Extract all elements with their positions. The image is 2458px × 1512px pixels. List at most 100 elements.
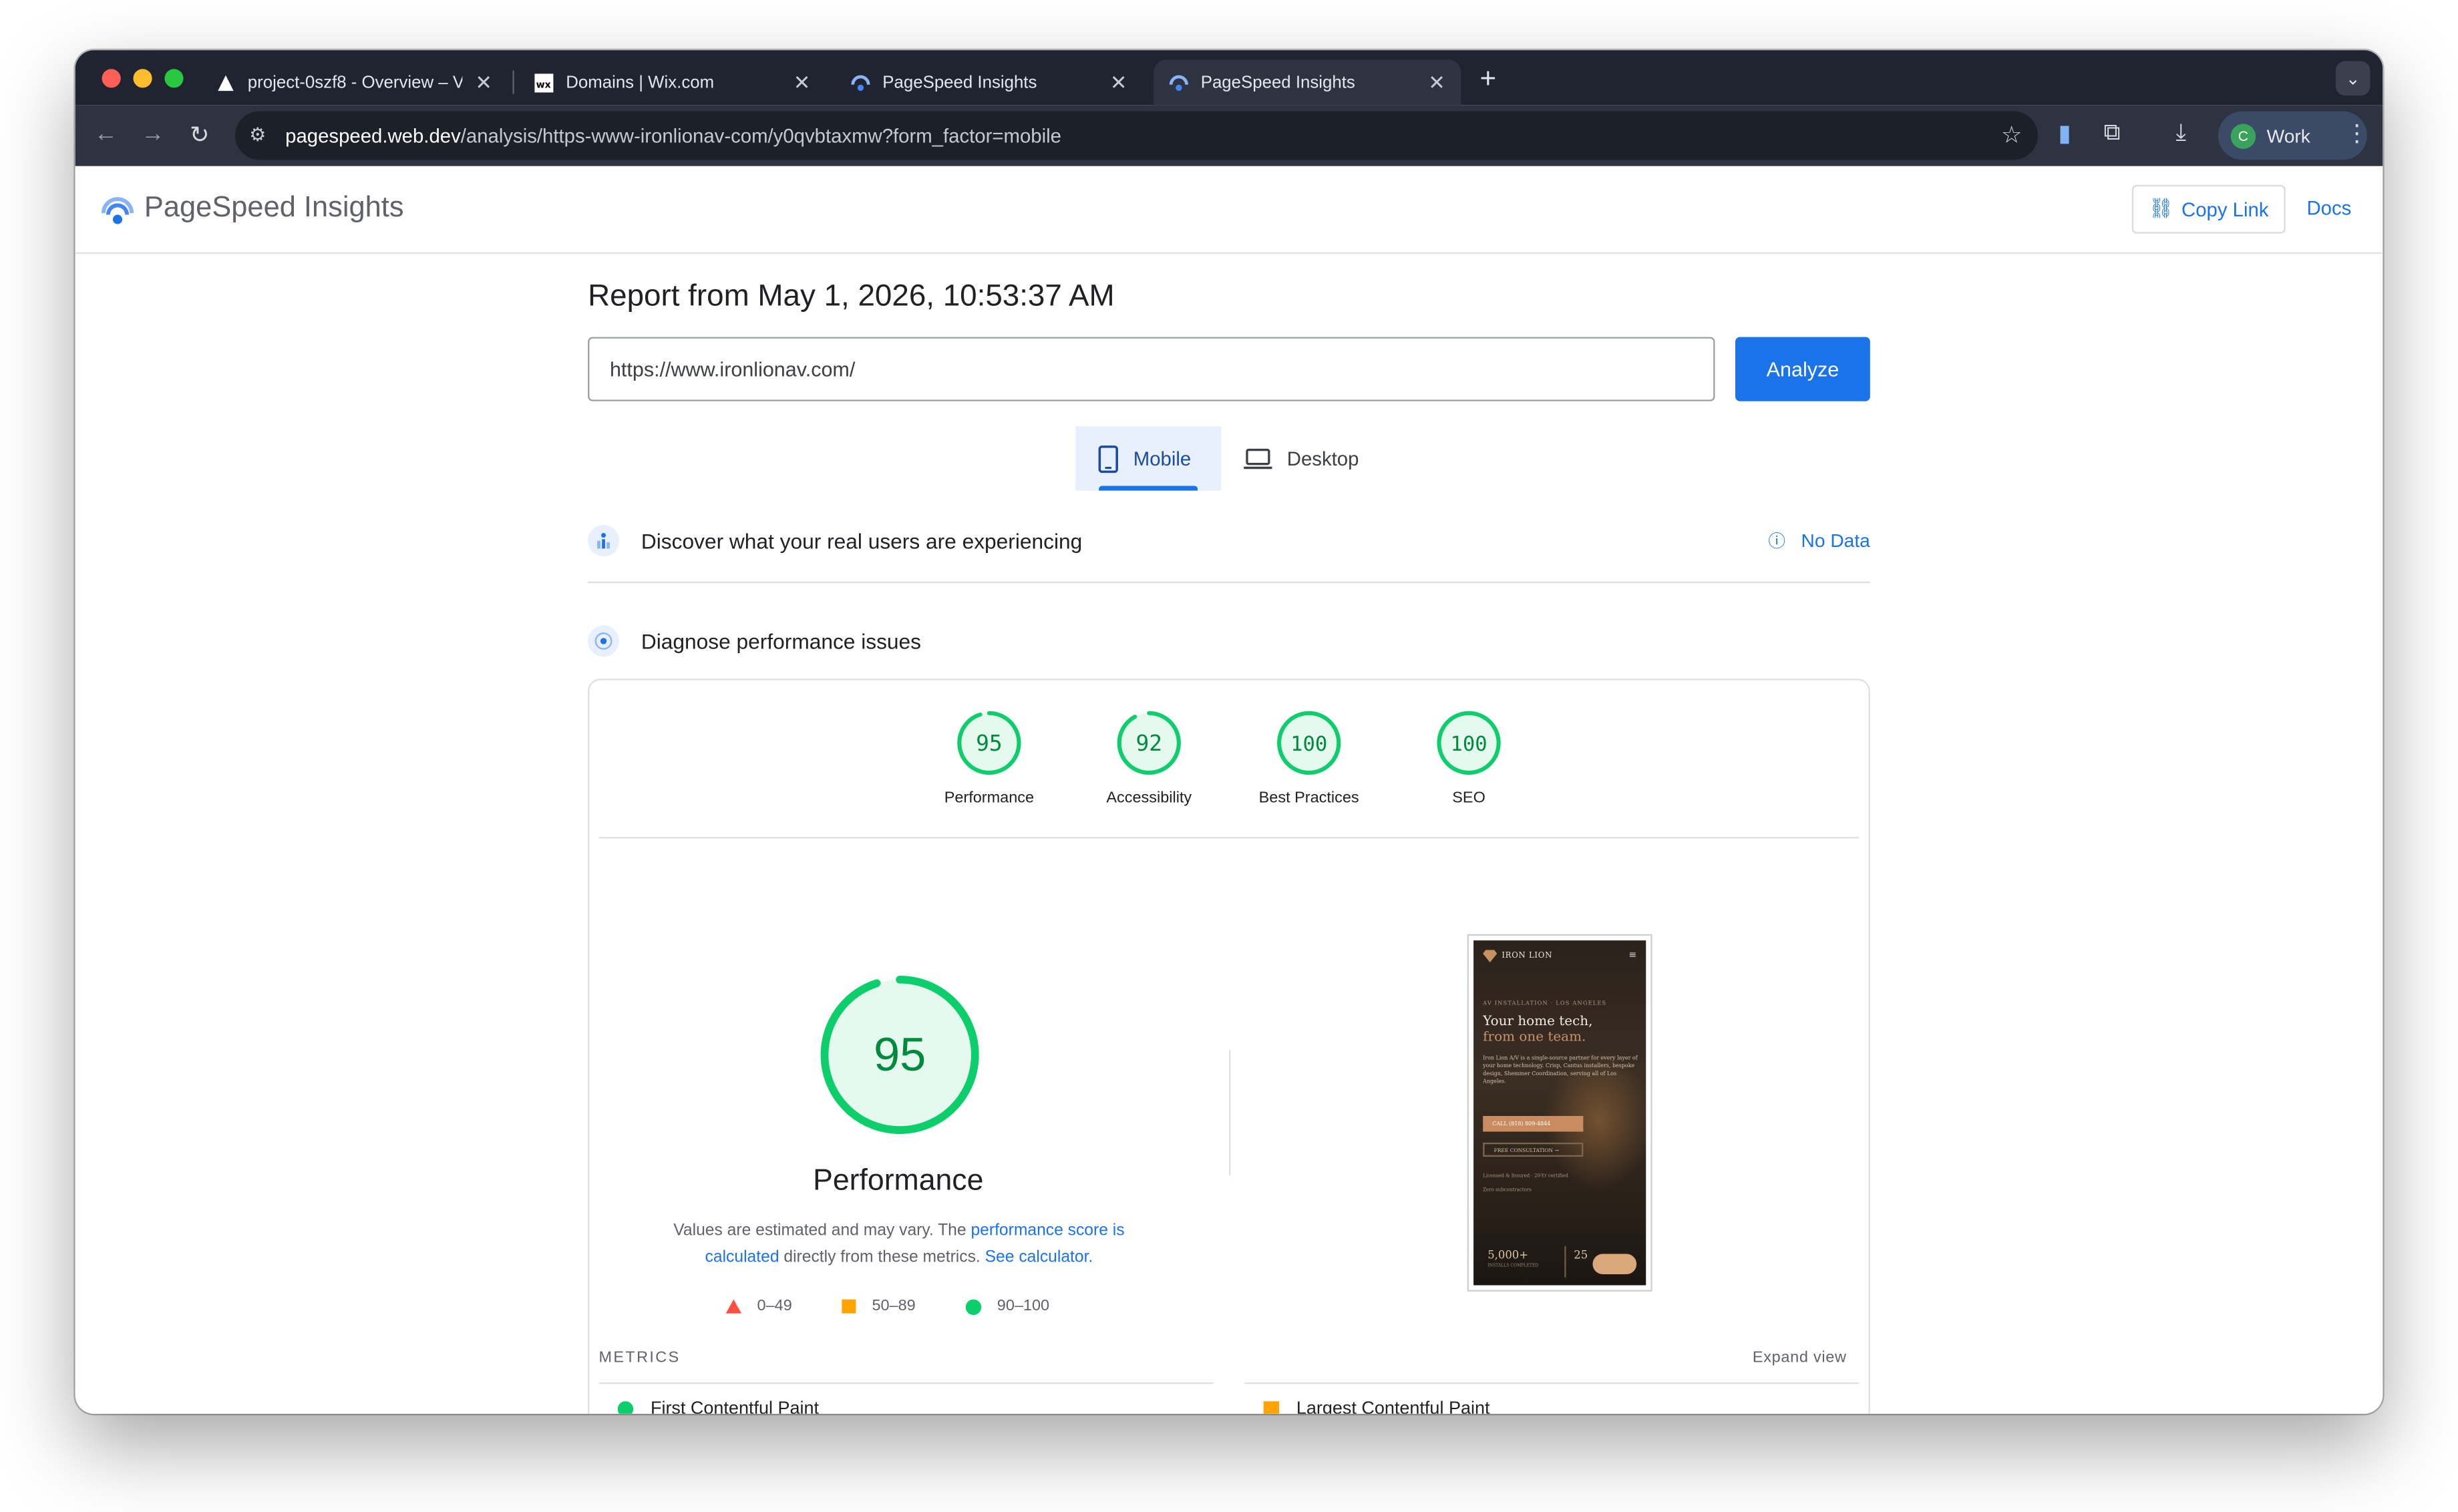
divider — [598, 837, 1860, 839]
real-users-section[interactable]: Discover what your real users are experi… — [588, 517, 1870, 564]
chat-widget-icon — [1592, 1254, 1637, 1275]
back-icon[interactable]: ← — [94, 121, 118, 148]
address-bar[interactable]: ⚙ pagespeed.web.dev/analysis/https-www-i… — [235, 111, 2038, 160]
hamburger-menu-icon: ≡ — [1628, 950, 1637, 961]
close-tab-icon[interactable]: ✕ — [794, 69, 811, 95]
tab-pagespeed-active[interactable]: PageSpeed Insights ✕ — [1154, 59, 1461, 106]
close-tab-icon[interactable]: ✕ — [1110, 69, 1127, 95]
see-calculator-link[interactable]: See calculator. — [985, 1248, 1093, 1266]
site-info-icon[interactable]: ⚙ — [249, 124, 266, 146]
window-controls — [102, 69, 184, 88]
close-window-button[interactable] — [102, 69, 121, 88]
app-name[interactable]: PageSpeed Insights — [144, 190, 404, 224]
screenshot-stat: 25 — [1574, 1249, 1588, 1262]
score-label: SEO — [1452, 789, 1485, 807]
close-tab-icon[interactable]: ✕ — [1428, 69, 1445, 95]
bookmark-star-icon[interactable]: ☆ — [2001, 121, 2023, 149]
metrics-heading: METRICS — [598, 1349, 681, 1367]
profile-label: Work — [2266, 124, 2310, 147]
reload-icon[interactable]: ↻ — [190, 121, 210, 149]
tab-pagespeed-1[interactable]: PageSpeed Insights ✕ — [836, 59, 1143, 105]
stage: project-0szf8 - Overview – V ✕ wx Domain… — [0, 0, 2458, 1512]
close-tab-icon[interactable]: ✕ — [475, 69, 492, 95]
screenshot-meta: Zero subcontractors — [1483, 1186, 1532, 1193]
extensions-puzzle-icon[interactable]: ⧉ — [2104, 119, 2121, 146]
divider — [1244, 1382, 1860, 1384]
tab-title: PageSpeed Insights — [882, 73, 1037, 92]
copy-link-button[interactable]: ⛓ Copy Link — [2131, 184, 2286, 234]
tab-mobile[interactable]: Mobile — [1075, 426, 1222, 491]
crux-users-icon — [588, 525, 620, 557]
report-title: Report from May 1, 2026, 10:53:37 AM — [588, 278, 1115, 314]
avatar: C — [2230, 123, 2256, 148]
score-value: 100 — [1450, 733, 1487, 756]
disclaimer-text: directly from these metrics. — [779, 1248, 985, 1267]
screenshot-stat-sub: INSTALLS COMPLETED — [1487, 1263, 1539, 1268]
performance-big-gauge: 95 — [820, 975, 979, 1134]
tab-bar: project-0szf8 - Overview – V ✕ wx Domain… — [75, 50, 2383, 106]
gauge-ring: 95 — [957, 711, 1021, 775]
real-users-title: Discover what your real users are experi… — [641, 529, 1083, 553]
no-data-label: No Data — [1801, 530, 1870, 552]
mobile-phone-icon — [1098, 444, 1118, 473]
score-legend: 0–49 50–89 90–100 — [725, 1298, 1050, 1316]
screenshot-brand: IRON LION — [1502, 951, 1553, 961]
tab-desktop[interactable]: Desktop — [1221, 426, 1381, 490]
orange-square-icon — [842, 1299, 856, 1314]
gauge-ring: 100 — [1277, 711, 1341, 775]
green-circle-icon — [965, 1298, 982, 1314]
expand-view-toggle[interactable]: Expand view — [1753, 1350, 1847, 1367]
svg-text:wx: wx — [536, 79, 551, 89]
maximize-window-button[interactable] — [164, 69, 184, 88]
more-menu-icon[interactable]: ⋮ — [2345, 119, 2368, 148]
score-label: Performance — [944, 789, 1035, 807]
tab-title: Domains | Wix.com — [566, 73, 715, 92]
download-icon[interactable]: ⤓ — [2175, 119, 2186, 146]
screenshot-headline: Your home tech, from one team. — [1483, 1014, 1592, 1045]
browser-toolbar: ← → ↻ ⚙ pagespeed.web.dev/analysis/https… — [75, 105, 2383, 166]
tab-search-button[interactable]: ⌄ — [2335, 61, 2371, 96]
legend-average: 50–89 — [842, 1298, 916, 1315]
orange-square-icon — [1263, 1401, 1280, 1414]
score-gauge-seo[interactable]: 100 SEO — [1406, 710, 1532, 807]
docs-link[interactable]: Docs — [2307, 198, 2352, 220]
tab-vercel[interactable]: project-0szf8 - Overview – V ✕ — [200, 59, 508, 105]
page: PageSpeed Insights ⛓ Copy Link Docs Repo… — [75, 166, 2383, 1414]
diagnose-section: Diagnose performance issues — [588, 618, 1870, 665]
final-screenshot-thumbnail[interactable]: IRON LION ≡ AV INSTALLATION · LOS ANGELE… — [1467, 934, 1652, 1292]
divider — [588, 581, 1870, 584]
metric-fcp[interactable]: First Contentful Paint — [617, 1400, 819, 1414]
divider — [1228, 1050, 1231, 1176]
score-gauge-accessibility[interactable]: 92 Accessibility — [1086, 710, 1212, 807]
page-screenshot: IRON LION ≡ AV INSTALLATION · LOS ANGELE… — [1473, 940, 1646, 1286]
divider — [598, 1382, 1214, 1384]
legend-pass: 90–100 — [965, 1298, 1050, 1316]
legend-fail: 0–49 — [725, 1298, 792, 1316]
score-gauge-best-practices[interactable]: 100 Best Practices — [1246, 710, 1372, 807]
copy-link-label: Copy Link — [2181, 198, 2269, 220]
legend-label: 0–49 — [757, 1298, 792, 1316]
extension-icon[interactable]: ▮ — [2058, 119, 2071, 148]
score-value: 95 — [976, 731, 1003, 756]
lighthouse-report-card: 95 Performance 92 Accessibility 100 Best… — [588, 679, 1870, 1414]
no-data-indicator[interactable]: ⓘ No Data — [1768, 528, 1870, 554]
green-circle-icon — [617, 1401, 634, 1414]
screenshot-kicker: AV INSTALLATION · LOS ANGELES — [1483, 1000, 1607, 1006]
url-host: pagespeed.web.dev — [285, 124, 461, 147]
url-input[interactable]: https://www.ironlionav.com/ — [588, 337, 1715, 401]
info-icon: ⓘ — [1768, 532, 1786, 552]
minimize-window-button[interactable] — [133, 69, 152, 88]
tab-title: PageSpeed Insights — [1200, 73, 1355, 92]
forward-icon[interactable]: → — [141, 121, 164, 148]
metric-lcp[interactable]: Largest Contentful Paint — [1263, 1400, 1489, 1414]
gauge-ring: 100 — [1437, 711, 1501, 775]
pagespeed-logo-icon[interactable] — [100, 193, 135, 228]
tab-wix[interactable]: wx Domains | Wix.com ✕ — [519, 59, 826, 105]
analyze-button[interactable]: Analyze — [1735, 337, 1870, 401]
legend-label: 90–100 — [997, 1298, 1050, 1316]
performance-label: Performance — [813, 1164, 984, 1198]
score-gauge-performance[interactable]: 95 Performance — [926, 710, 1052, 807]
tab-desktop-label: Desktop — [1286, 447, 1359, 469]
new-tab-button[interactable]: + — [1479, 63, 1496, 96]
screenshot-meta: Licensed & Insured · 20-Yr certified — [1483, 1172, 1568, 1179]
